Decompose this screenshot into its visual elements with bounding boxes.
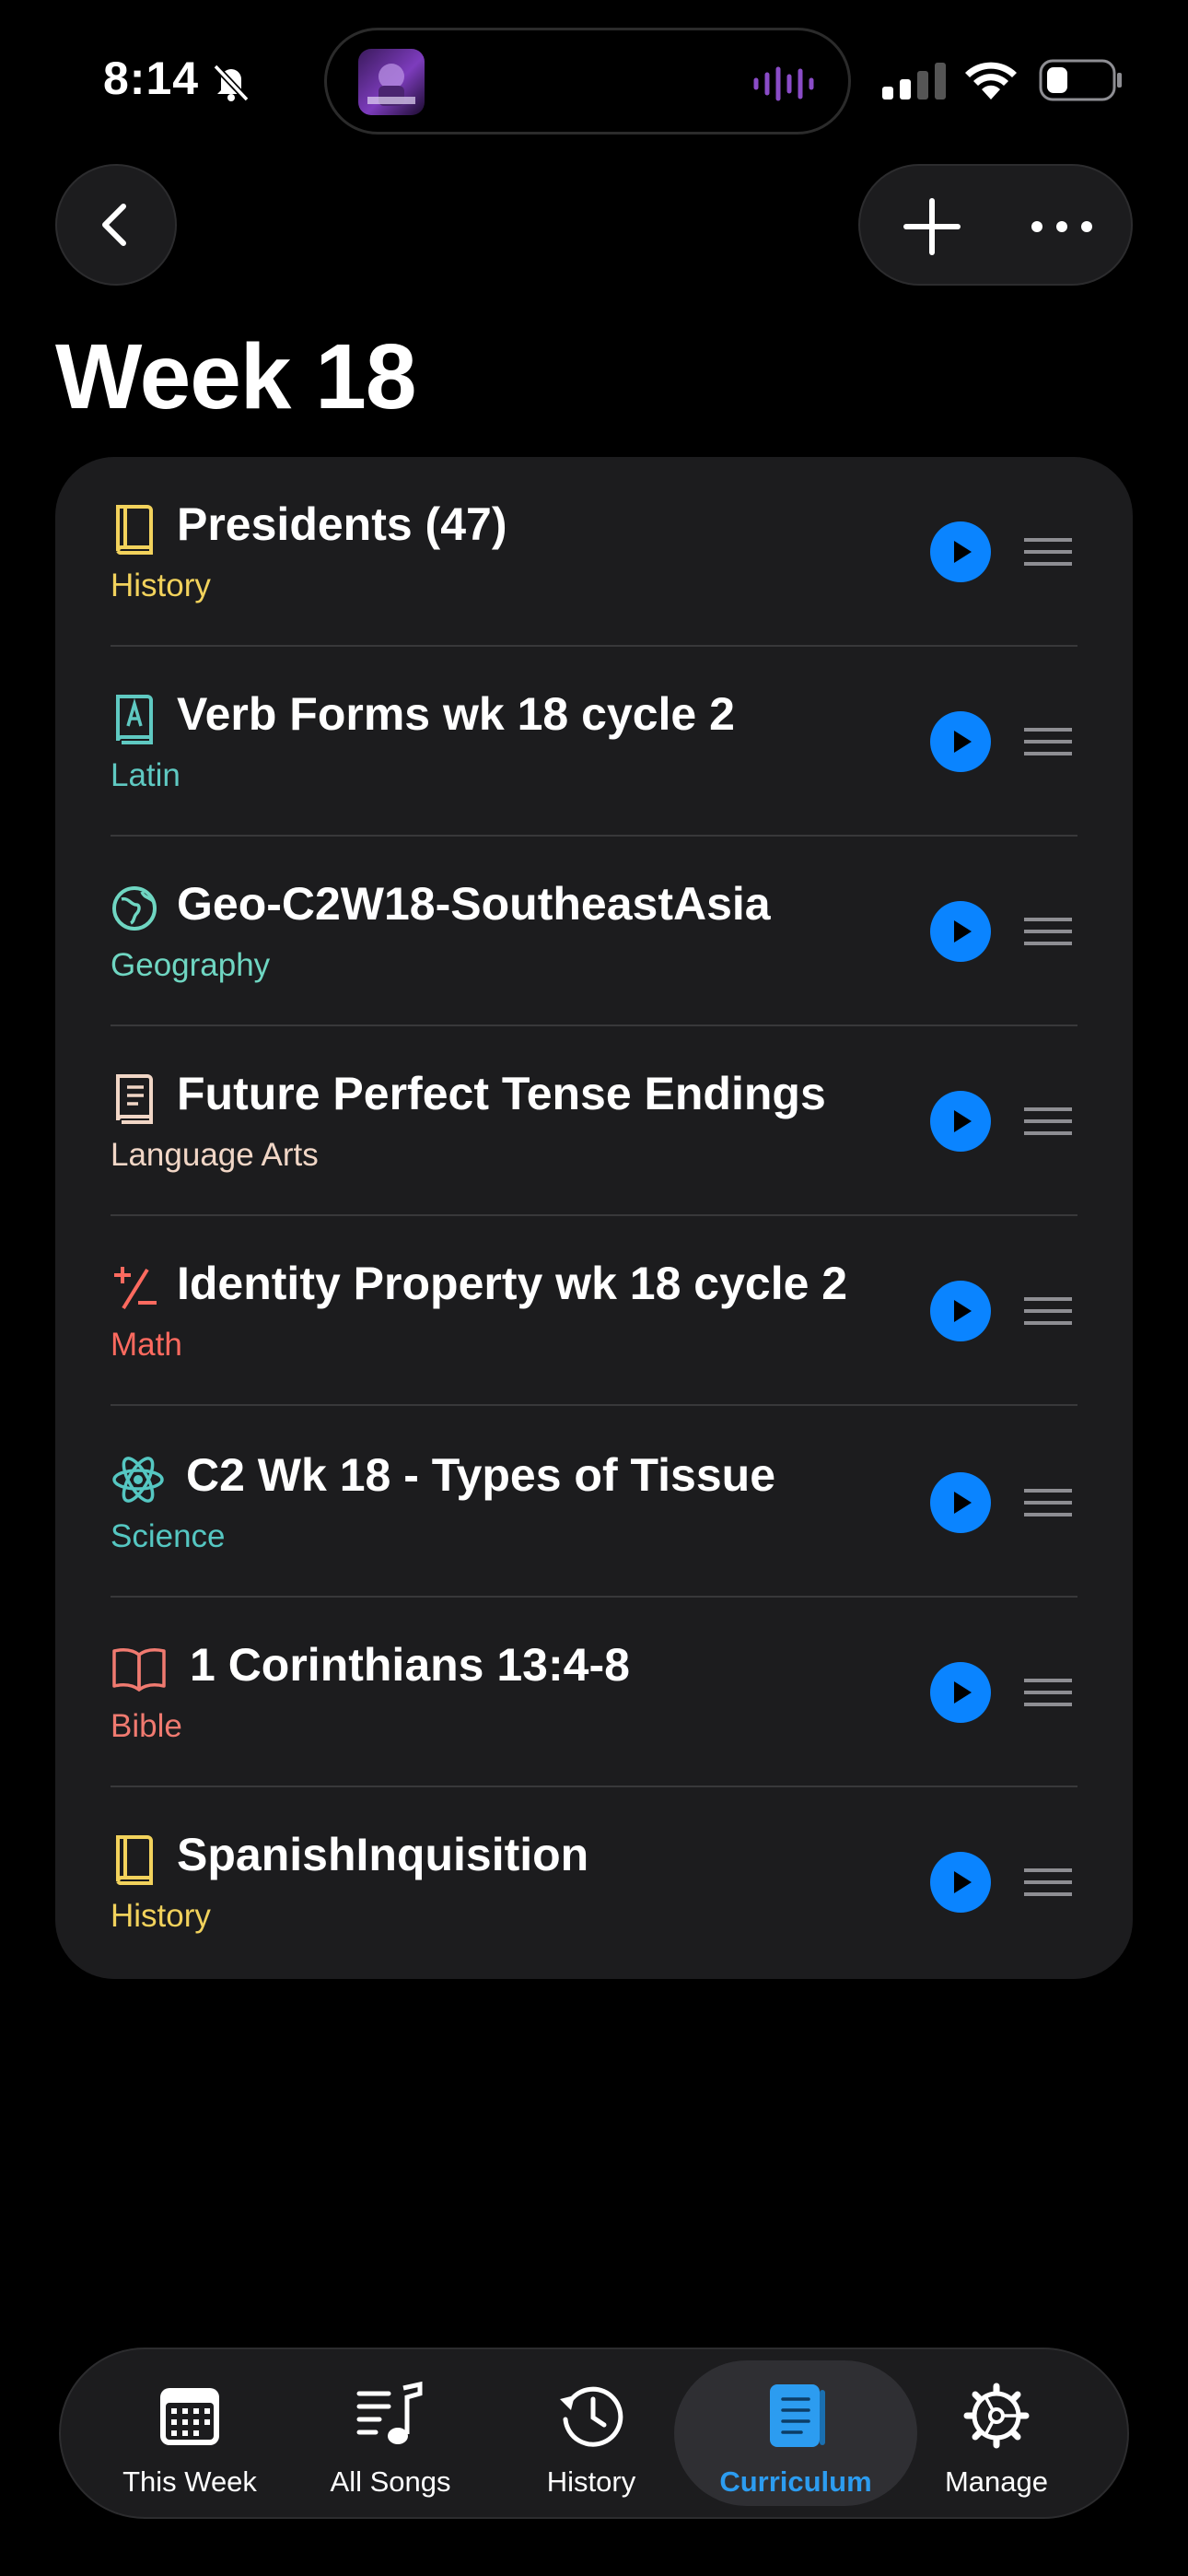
play-icon bbox=[954, 731, 972, 753]
list-item[interactable]: Geo-C2W18-SoutheastAsia Geography bbox=[55, 837, 1133, 1026]
separator bbox=[111, 1404, 1077, 1406]
reorder-handle[interactable] bbox=[1024, 1292, 1072, 1330]
bell-slash-icon bbox=[213, 64, 250, 102]
tab-label: Manage bbox=[944, 2465, 1049, 2498]
language-book-icon bbox=[116, 695, 153, 744]
item-title: C2 Wk 18 - Types of Tissue bbox=[186, 1449, 776, 1501]
chevron-left-icon bbox=[102, 204, 126, 246]
header-actions bbox=[858, 164, 1133, 286]
tab-manage[interactable]: Manage bbox=[897, 2360, 1096, 2506]
item-subject: Math bbox=[111, 1327, 182, 1363]
tab-history[interactable]: History bbox=[492, 2360, 691, 2506]
book-closed-icon bbox=[116, 1835, 153, 1886]
play-button[interactable] bbox=[930, 711, 991, 772]
text-book-icon bbox=[116, 1074, 153, 1124]
reorder-handle[interactable] bbox=[1024, 912, 1072, 951]
tab-curriculum[interactable]: Curriculum bbox=[674, 2360, 917, 2506]
reorder-handle[interactable] bbox=[1024, 722, 1072, 761]
item-title: SpanishInquisition bbox=[177, 1829, 589, 1880]
reorder-handle[interactable] bbox=[1024, 1863, 1072, 1902]
play-icon bbox=[954, 1681, 972, 1704]
tab-label: All Songs bbox=[330, 2465, 451, 2498]
item-title: Verb Forms wk 18 cycle 2 bbox=[177, 688, 735, 740]
item-subject: History bbox=[111, 1898, 211, 1934]
play-icon bbox=[954, 1300, 972, 1322]
item-subject: Geography bbox=[111, 947, 271, 983]
tab-label: Curriculum bbox=[719, 2465, 872, 2498]
album-art[interactable] bbox=[358, 49, 425, 115]
play-icon bbox=[954, 541, 972, 563]
calendar-icon bbox=[160, 2388, 219, 2445]
item-subject: History bbox=[111, 568, 211, 603]
curriculum-list: Presidents (47) History Verb Forms wk 18… bbox=[55, 457, 1133, 1979]
item-title: Geo-C2W18-SoutheastAsia bbox=[177, 878, 771, 930]
play-button[interactable] bbox=[930, 1662, 991, 1723]
reorder-handle[interactable] bbox=[1024, 1673, 1072, 1712]
globe-icon bbox=[112, 886, 157, 931]
gear-icon bbox=[963, 2383, 1030, 2449]
list-item[interactable]: Presidents (47) History bbox=[55, 457, 1133, 647]
list-item[interactable]: Identity Property wk 18 cycle 2 Math bbox=[55, 1216, 1133, 1406]
play-button[interactable] bbox=[930, 1852, 991, 1913]
item-title: 1 Corinthians 13:4-8 bbox=[190, 1639, 630, 1691]
play-button[interactable] bbox=[930, 1091, 991, 1152]
play-icon bbox=[954, 920, 972, 943]
wifi-icon bbox=[965, 62, 1017, 100]
status-time: 8:14 bbox=[103, 53, 200, 104]
list-item[interactable]: C2 Wk 18 - Types of Tissue Science bbox=[55, 1408, 1133, 1598]
battery-icon bbox=[1039, 59, 1122, 101]
tab-label: This Week bbox=[122, 2465, 257, 2498]
play-button[interactable] bbox=[930, 521, 991, 582]
more-options-button[interactable] bbox=[1024, 203, 1100, 251]
item-subject: Latin bbox=[111, 757, 181, 793]
item-subject: Science bbox=[111, 1518, 226, 1554]
tab-this-week[interactable]: This Week bbox=[90, 2360, 289, 2506]
reorder-handle[interactable] bbox=[1024, 1102, 1072, 1141]
cellular-signal-icon bbox=[882, 63, 946, 100]
play-icon bbox=[954, 1871, 972, 1893]
play-button[interactable] bbox=[930, 901, 991, 962]
page-title: Week 18 bbox=[55, 325, 416, 428]
play-icon bbox=[954, 1492, 972, 1514]
play-button[interactable] bbox=[930, 1281, 991, 1341]
play-button[interactable] bbox=[930, 1472, 991, 1533]
curriculum-book-icon bbox=[770, 2384, 825, 2447]
tab-bar: This Week All Songs History Curriculum M… bbox=[59, 2348, 1129, 2519]
open-book-icon bbox=[112, 1648, 166, 1692]
list-item[interactable]: Verb Forms wk 18 cycle 2 Latin bbox=[55, 647, 1133, 837]
album-art-image bbox=[367, 64, 415, 106]
item-subject: Bible bbox=[111, 1708, 182, 1744]
list-item[interactable]: 1 Corinthians 13:4-8 Bible bbox=[55, 1598, 1133, 1787]
audio-waveform-icon bbox=[753, 66, 814, 101]
tab-label: History bbox=[546, 2465, 636, 2498]
item-title: Presidents (47) bbox=[177, 498, 507, 550]
plus-minus-icon bbox=[114, 1267, 157, 1310]
clock-history-icon bbox=[560, 2386, 623, 2447]
item-title: Future Perfect Tense Endings bbox=[177, 1068, 826, 1119]
music-list-icon bbox=[356, 2381, 423, 2444]
reorder-handle[interactable] bbox=[1024, 533, 1072, 571]
play-icon bbox=[954, 1110, 972, 1132]
back-button[interactable] bbox=[55, 164, 177, 286]
item-title: Identity Property wk 18 cycle 2 bbox=[177, 1258, 848, 1309]
add-button[interactable] bbox=[897, 192, 967, 262]
tab-all-songs[interactable]: All Songs bbox=[291, 2360, 490, 2506]
reorder-handle[interactable] bbox=[1024, 1483, 1072, 1522]
list-item[interactable]: Future Perfect Tense Endings Language Ar… bbox=[55, 1026, 1133, 1216]
list-item[interactable]: SpanishInquisition History bbox=[55, 1787, 1133, 1977]
atom-icon bbox=[112, 1457, 164, 1503]
book-closed-icon bbox=[116, 505, 153, 556]
item-subject: Language Arts bbox=[111, 1137, 319, 1173]
dynamic-island[interactable] bbox=[324, 28, 851, 135]
